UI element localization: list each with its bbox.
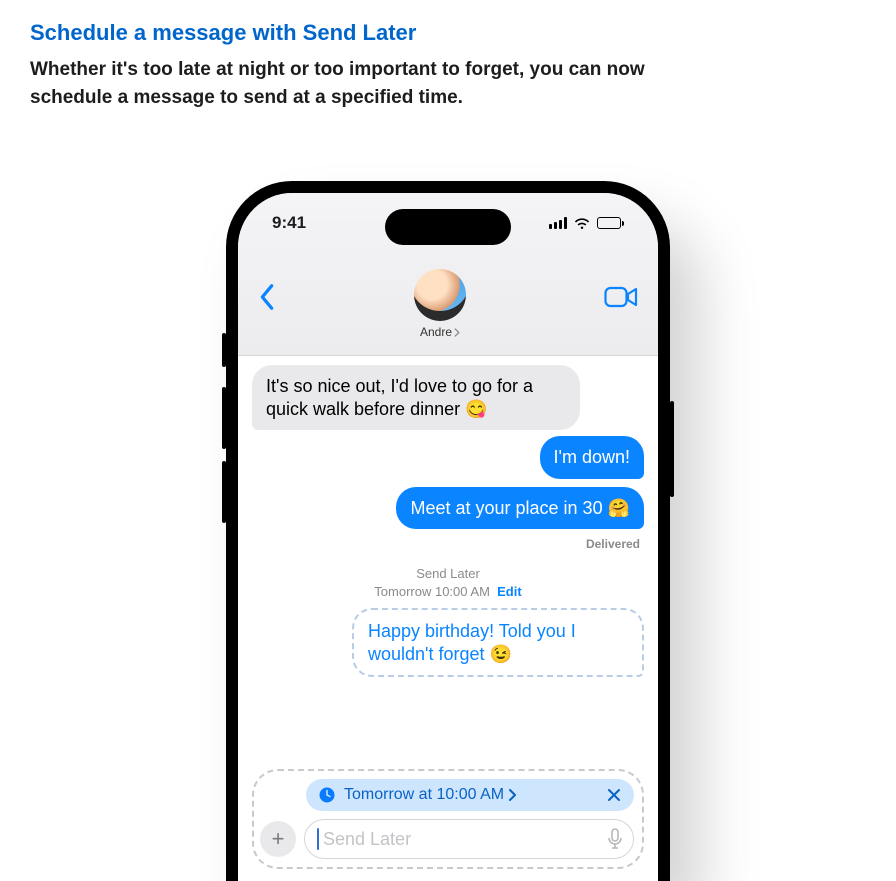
conversation: It's so nice out, I'd love to go for a q… — [238, 355, 658, 881]
clock-icon — [318, 786, 336, 804]
placeholder: Send Later — [323, 829, 411, 850]
text-caret — [317, 828, 319, 850]
microphone-icon[interactable] — [607, 828, 623, 850]
side-button — [222, 387, 226, 449]
side-button — [222, 461, 226, 523]
message-outgoing: I'm down! — [540, 436, 644, 479]
section-body: Whether it's too late at night or too im… — [30, 56, 650, 111]
status-time: 9:41 — [272, 213, 306, 233]
close-icon[interactable] — [606, 787, 622, 803]
message-incoming: It's so nice out, I'd love to go for a q… — [252, 365, 580, 430]
back-icon[interactable] — [258, 283, 276, 311]
add-attachment-button[interactable]: + — [260, 821, 296, 857]
compose-area: Tomorrow at 10:00 AM — [252, 769, 644, 869]
status-icons — [549, 214, 624, 232]
section-title[interactable]: Schedule a message with Send Later — [30, 20, 866, 46]
chevron-right-icon — [508, 789, 516, 801]
message-input[interactable]: Send Later — [304, 819, 634, 859]
iphone-mock: 9:41 — [226, 181, 670, 881]
delivered-label: Delivered — [586, 537, 640, 551]
chevron-right-icon — [454, 328, 460, 337]
avatar[interactable] — [414, 269, 466, 321]
side-button — [670, 401, 674, 497]
battery-icon — [597, 217, 624, 229]
cellular-icon — [549, 217, 567, 229]
message-outgoing: Meet at your place in 30 🤗 — [396, 487, 644, 530]
scheduled-header: Send Later Tomorrow 10:00 AM Edit — [374, 565, 521, 600]
edit-schedule-button[interactable]: Edit — [497, 584, 522, 599]
facetime-icon[interactable] — [604, 285, 638, 309]
contact-name[interactable]: Andre — [420, 325, 460, 339]
wifi-icon — [573, 214, 591, 232]
send-later-chip[interactable]: Tomorrow at 10:00 AM — [306, 779, 634, 811]
scheduled-message: Happy birthday! Told you I wouldn't forg… — [352, 608, 644, 677]
side-button — [222, 333, 226, 367]
